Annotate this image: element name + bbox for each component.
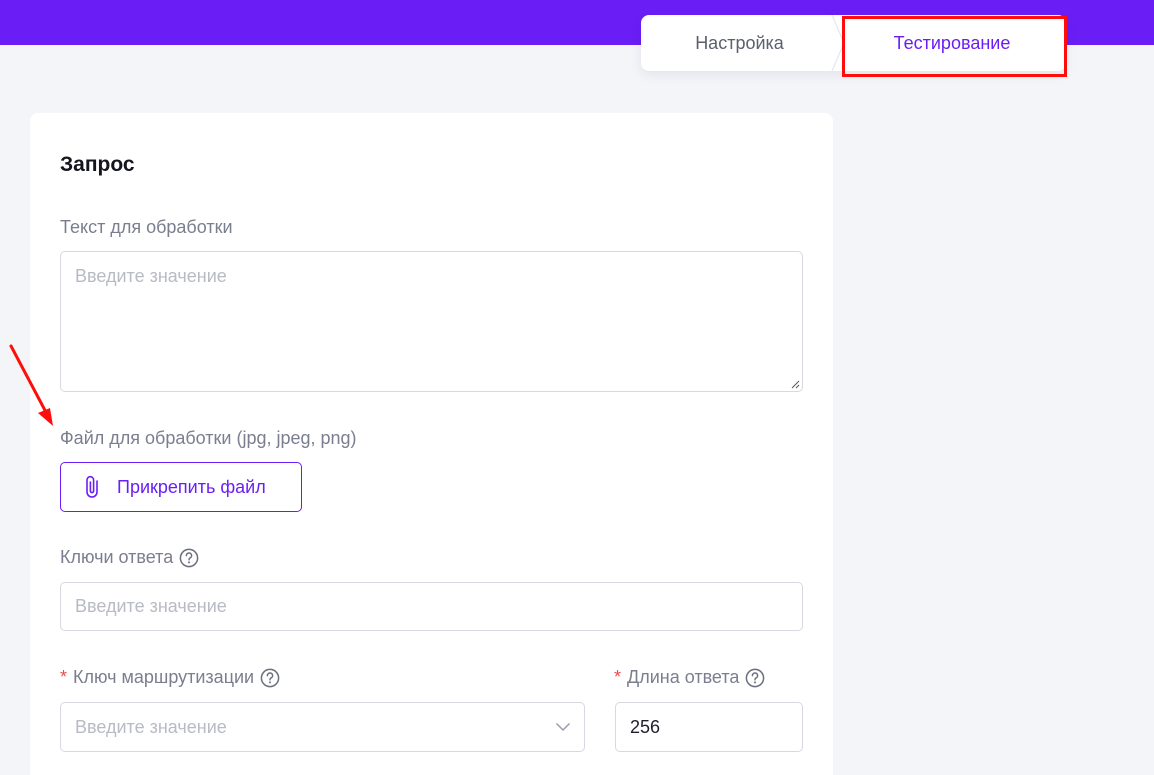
attach-file-button[interactable]: Прикрепить файл <box>60 462 302 512</box>
chevron-down-icon[interactable] <box>555 719 571 735</box>
routing-key-placeholder: Введите значение <box>75 716 227 737</box>
tab-setup[interactable]: Настройка <box>641 15 838 71</box>
keys-field-label: Ключи ответа <box>60 547 199 568</box>
response-keys-input[interactable] <box>60 582 803 631</box>
attach-file-label: Прикрепить файл <box>117 476 266 497</box>
tab-testing[interactable]: Тестирование <box>838 15 1066 71</box>
request-card: Запрос Текст для обработки Файл для обра… <box>30 113 833 775</box>
text-field-label: Текст для обработки <box>60 217 233 238</box>
file-field-label-text: Файл для обработки (jpg, jpeg, png) <box>60 428 357 448</box>
question-circle-icon[interactable] <box>260 668 280 688</box>
required-mark: * <box>614 667 622 687</box>
keys-field-label-text: Ключи ответа <box>60 547 174 567</box>
resize-grip-icon[interactable] <box>790 379 800 389</box>
paperclip-icon <box>86 475 98 498</box>
card-title: Запрос <box>60 153 135 176</box>
text-field-label-text: Текст для обработки <box>60 217 233 237</box>
mode-tabs: Настройка Тестирование <box>641 15 1066 71</box>
routing-key-select[interactable]: Введите значение <box>60 702 585 752</box>
routing-field-label-text: Ключ маршрутизации <box>73 667 255 687</box>
length-field-label-text: Длина ответа <box>627 667 740 687</box>
question-circle-icon[interactable] <box>745 668 765 688</box>
text-input-area[interactable] <box>60 251 803 392</box>
tab-testing-label: Тестирование <box>893 32 1011 53</box>
file-field-label: Файл для обработки (jpg, jpeg, png) <box>60 428 357 449</box>
routing-key-select-box[interactable]: Введите значение <box>60 702 585 752</box>
question-circle-icon[interactable] <box>179 548 199 568</box>
tab-setup-label: Настройка <box>695 32 784 53</box>
routing-field-label: * Ключ маршрутизации <box>60 667 280 688</box>
length-field-label: * Длина ответа <box>614 667 765 688</box>
response-length-input[interactable] <box>615 702 803 752</box>
required-mark: * <box>60 667 68 687</box>
